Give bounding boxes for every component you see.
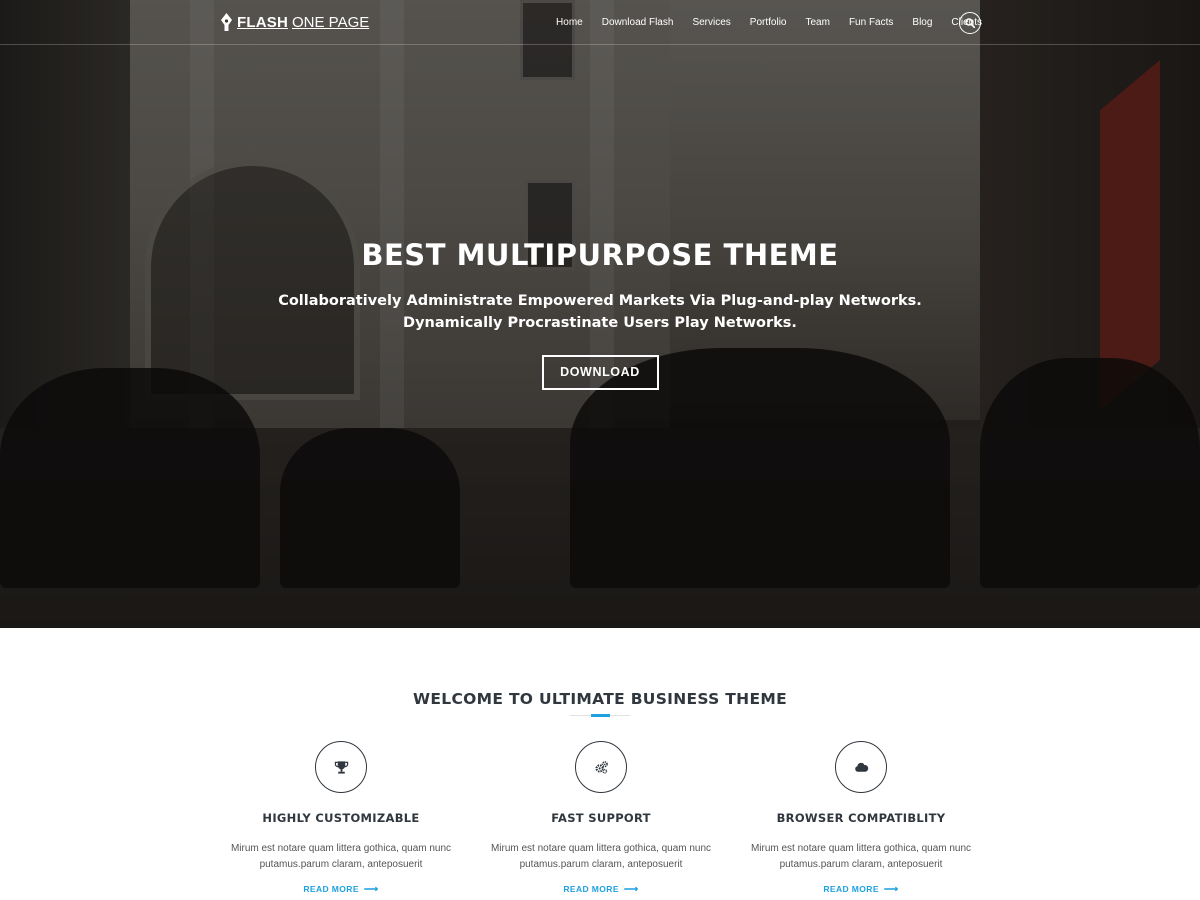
feature-description: Mirum est notare quam littera gothica, q… <box>490 843 712 870</box>
main-nav: Home Download Flash Services Portfolio T… <box>537 0 982 45</box>
logo-text-light: ONE PAGE <box>292 13 370 31</box>
title-separator-accent <box>591 714 610 717</box>
nav-item-home[interactable]: Home <box>556 17 583 28</box>
site-header: FLASH ONE PAGE Home Download Flash Servi… <box>0 0 1200 45</box>
cloud-icon <box>854 762 868 772</box>
nav-item-download-flash[interactable]: Download Flash <box>602 17 674 28</box>
search-button[interactable] <box>959 12 981 34</box>
read-more-label: READ MORE <box>303 884 359 894</box>
feature-title: BROWSER COMPATIBLITY <box>776 811 946 825</box>
hero-title: BEST MULTIPURPOSE THEME <box>361 238 839 272</box>
gears-icon <box>595 760 608 774</box>
read-more-label: READ MORE <box>823 884 879 894</box>
feature-title: HIGHLY CUSTOMIZABLE <box>262 811 420 825</box>
site-logo[interactable]: FLASH ONE PAGE <box>221 12 369 32</box>
nav-item-fun-facts[interactable]: Fun Facts <box>849 17 893 28</box>
arrow-right-icon: ⟶ <box>623 884 639 895</box>
arrow-right-icon: ⟶ <box>883 884 899 895</box>
hero-section: FLASH ONE PAGE Home Download Flash Servi… <box>0 0 1200 628</box>
nav-item-services[interactable]: Services <box>692 17 730 28</box>
feature-browser-compatibility: BROWSER COMPATIBLITY Mirum est notare qu… <box>741 741 981 896</box>
feature-highly-customizable: HIGHLY CUSTOMIZABLE Mirum est notare qua… <box>221 741 461 896</box>
hero-content: BEST MULTIPURPOSE THEME Collaboratively … <box>0 236 1200 390</box>
read-more-link[interactable]: READ MORE ⟶ <box>563 884 638 895</box>
feature-description: Mirum est notare quam littera gothica, q… <box>750 843 972 870</box>
feature-icon-circle <box>575 741 627 793</box>
nav-item-blog[interactable]: Blog <box>912 17 932 28</box>
feature-icon-circle <box>315 741 367 793</box>
nav-item-team[interactable]: Team <box>805 17 829 28</box>
feature-description: Mirum est notare quam littera gothica, q… <box>230 843 452 870</box>
read-more-link[interactable]: READ MORE ⟶ <box>823 884 898 895</box>
feature-title: FAST SUPPORT <box>551 811 651 825</box>
search-icon <box>965 18 975 28</box>
read-more-label: READ MORE <box>563 884 619 894</box>
feature-fast-support: FAST SUPPORT Mirum est notare quam litte… <box>481 741 721 896</box>
read-more-link[interactable]: READ MORE ⟶ <box>303 884 378 895</box>
arrow-right-icon: ⟶ <box>363 884 379 895</box>
pen-nib-icon <box>221 13 232 31</box>
feature-icon-circle <box>835 741 887 793</box>
welcome-section: WELCOME TO ULTIMATE BUSINESS THEME HIGHL… <box>0 628 1200 900</box>
nav-item-portfolio[interactable]: Portfolio <box>750 17 787 28</box>
download-button[interactable]: DOWNLOAD <box>541 355 659 390</box>
section-title: WELCOME TO ULTIMATE BUSINESS THEME <box>413 690 787 708</box>
hero-subtitle: Collaboratively Administrate Empowered M… <box>278 293 922 331</box>
trophy-icon <box>334 760 348 774</box>
logo-text-bold: FLASH <box>237 13 288 31</box>
